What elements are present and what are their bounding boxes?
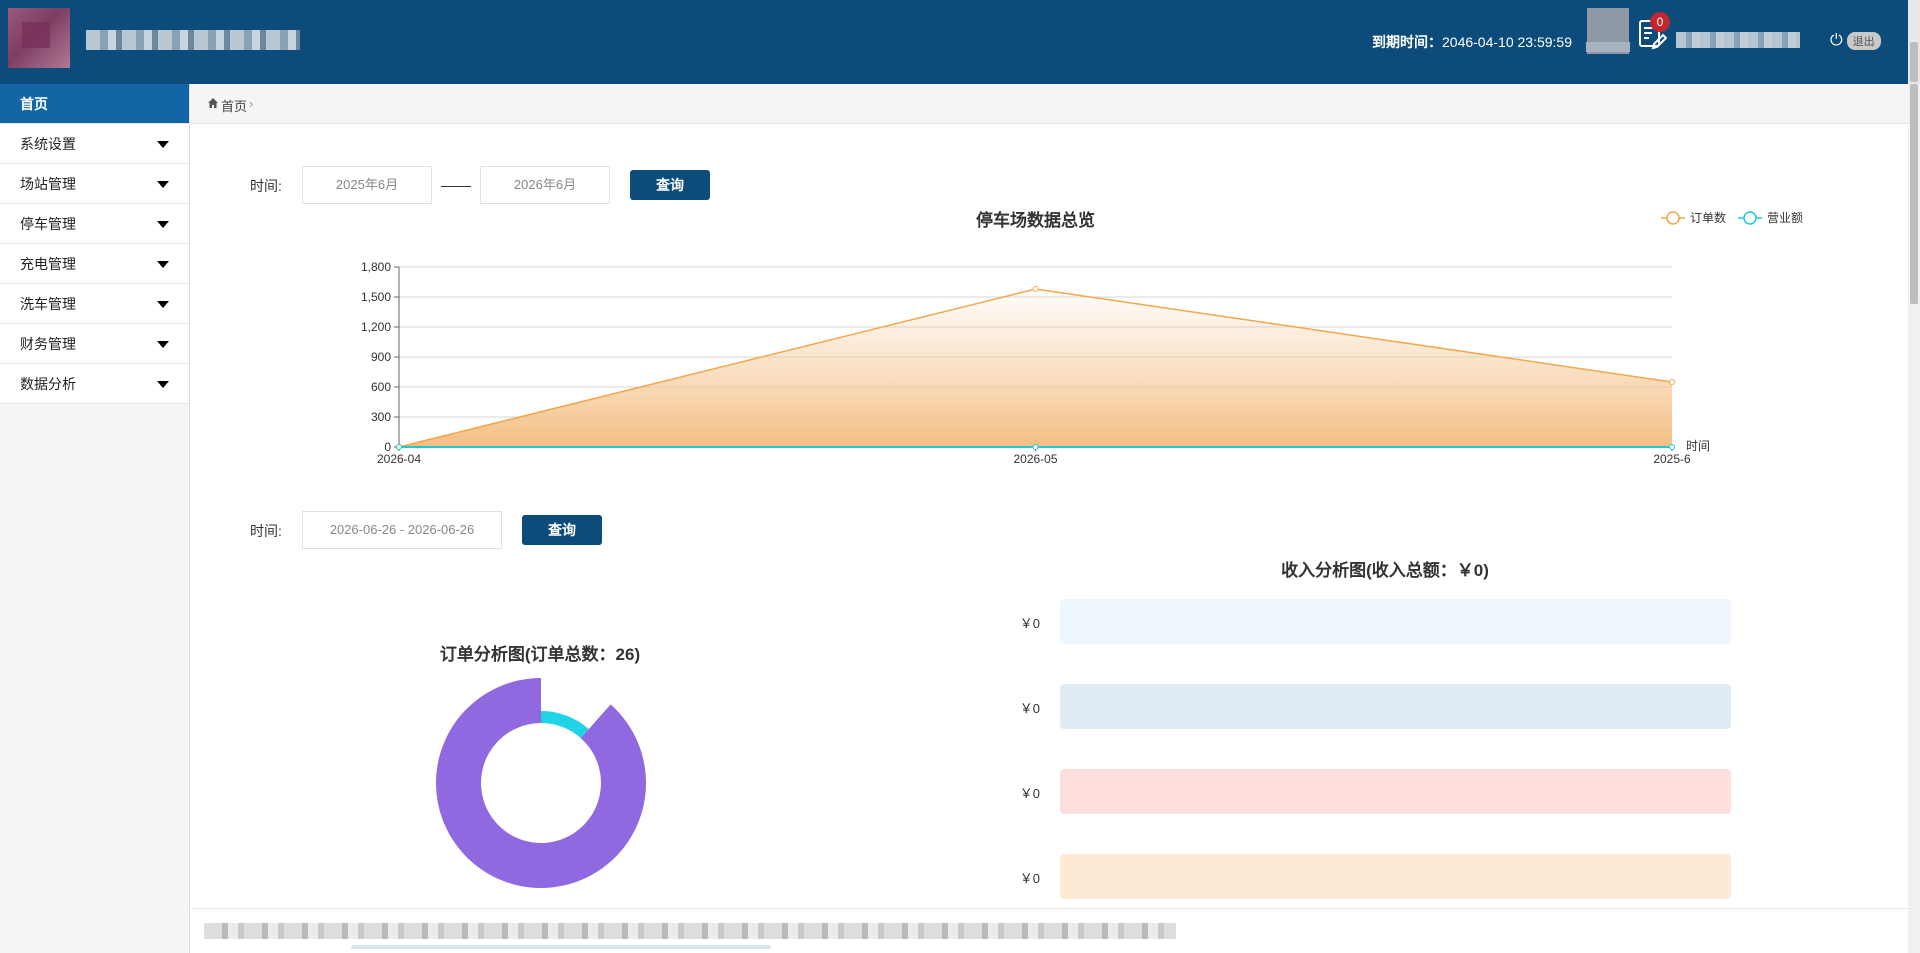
legend-marker	[1743, 211, 1757, 225]
query-button-overview[interactable]: 查询	[630, 170, 710, 200]
x-tick-label: 2026-04	[377, 452, 421, 466]
legend-item[interactable]: 营业额	[1738, 211, 1803, 225]
avatar[interactable]	[1586, 8, 1630, 54]
start-month-input[interactable]: 2025年6月	[302, 166, 432, 204]
date-range-input[interactable]: 2026-06-26 - 2026-06-26	[302, 511, 502, 549]
data-point[interactable]	[1669, 444, 1675, 450]
sidebar-item-charging-management[interactable]: 充电管理	[0, 244, 189, 284]
income-bar	[1060, 599, 1731, 644]
x-tick-label: 2026-05	[1013, 452, 1057, 466]
income-bar	[1060, 769, 1731, 814]
end-month-input[interactable]: 2026年6月	[480, 166, 610, 204]
sidebar-item-finance-management[interactable]: 财务管理	[0, 324, 189, 364]
sidebar-menu: 首页 系统设置 场站管理 停车管理 充电管理 洗车管理 财务管理 数据分析	[0, 84, 189, 404]
caret-down-icon	[157, 261, 169, 268]
sidebar-item-system-settings[interactable]: 系统设置	[0, 124, 189, 164]
breadcrumb: 首页 ›	[191, 84, 1908, 124]
footer-decoration	[351, 945, 771, 949]
series-area-orders	[399, 289, 1672, 447]
caret-down-icon	[157, 381, 169, 388]
sidebar-item-label: 系统设置	[20, 136, 76, 152]
caret-down-icon	[157, 341, 169, 348]
sidebar-item-station-management[interactable]: 场站管理	[0, 164, 189, 204]
breadcrumb-separator: ›	[249, 96, 254, 111]
brand-name-redacted	[86, 30, 300, 50]
expire-value: 2046-04-10 23:59:59	[1442, 34, 1572, 50]
sidebar-item-label: 停车管理	[20, 216, 76, 232]
home-icon	[208, 98, 218, 108]
y-tick-label: 600	[371, 380, 391, 394]
data-point[interactable]	[396, 444, 402, 450]
sidebar-item-label: 充电管理	[20, 256, 76, 272]
y-tick-label: 1,200	[361, 320, 391, 334]
data-point[interactable]	[1032, 444, 1039, 450]
caret-down-icon	[157, 181, 169, 188]
y-tick-label: 1,500	[361, 290, 391, 304]
donut-slice[interactable]	[541, 711, 589, 739]
logout-button[interactable]: ⏻ 退出	[1830, 32, 1881, 50]
header-scrollbar-thumb[interactable]	[1910, 42, 1918, 82]
sidebar-item-label: 数据分析	[20, 376, 76, 392]
legend-marker	[1666, 211, 1680, 225]
income-value-label: ￥0	[1019, 786, 1040, 801]
username-redacted	[1676, 32, 1800, 48]
x-tick-label: 2025-6	[1653, 452, 1691, 466]
caret-down-icon	[157, 141, 169, 148]
query-button-analysis[interactable]: 查询	[522, 515, 602, 545]
sidebar-item-label: 洗车管理	[20, 296, 76, 312]
donut-slice[interactable]	[436, 678, 646, 888]
logout-label: 退出	[1846, 32, 1881, 50]
income-value-label: ￥0	[1019, 871, 1040, 886]
sidebar-item-carwash-management[interactable]: 洗车管理	[0, 284, 189, 324]
order-donut-chart	[436, 678, 646, 888]
time-label-2: 时间:	[250, 523, 282, 539]
page-scrollbar[interactable]	[1908, 84, 1920, 953]
sidebar-item-label: 财务管理	[20, 336, 76, 352]
sidebar-item-parking-management[interactable]: 停车管理	[0, 204, 189, 244]
sidebar-item-home[interactable]: 首页	[0, 84, 189, 124]
income-value-label: ￥0	[1019, 616, 1040, 631]
y-tick-label: 300	[371, 410, 391, 424]
time-label: 时间:	[250, 178, 282, 194]
expire-label: 到期时间：	[1372, 34, 1442, 50]
range-dash	[441, 186, 471, 187]
sidebar-item-data-analysis[interactable]: 数据分析	[0, 364, 189, 404]
income-bar	[1060, 684, 1731, 729]
legend-item[interactable]: 订单数	[1661, 210, 1726, 225]
notification-badge: 0	[1650, 12, 1670, 32]
caret-down-icon	[157, 221, 169, 228]
income-bar	[1060, 854, 1731, 899]
sidebar-item-label: 首页	[20, 96, 48, 112]
sidebar-item-label: 场站管理	[20, 176, 76, 192]
expire-info: 到期时间：2046-04-10 23:59:59	[1372, 32, 1572, 52]
caret-down-icon	[157, 301, 169, 308]
data-point[interactable]	[1669, 379, 1675, 385]
page-scrollbar-thumb[interactable]	[1910, 84, 1918, 304]
y-tick-label: 900	[371, 350, 391, 364]
power-icon: ⏻	[1830, 32, 1843, 49]
footer-text-redacted	[204, 923, 1176, 939]
parking-overview-chart: 停车场数据总览03006009001,2001,5001,8002026-04 2…	[361, 210, 1803, 466]
income-value-label: ￥0	[1019, 701, 1040, 716]
order-chart-title: 订单分析图(订单总数：26)	[439, 645, 641, 664]
top-header: 到期时间：2046-04-10 23:59:59 0 ⏻ 退出	[0, 0, 1920, 84]
logo	[8, 8, 70, 68]
y-tick-label: 1,800	[361, 260, 391, 274]
data-point[interactable]	[1032, 286, 1039, 292]
legend-label: 订单数	[1690, 210, 1726, 225]
income-chart-title: 收入分析图(收入总额：￥0)	[1281, 561, 1489, 580]
header-scrollbar[interactable]	[1908, 0, 1920, 84]
chart-title: 停车场数据总览	[976, 210, 1095, 230]
x-axis-label: 时间	[1686, 439, 1710, 453]
sidebar: 首页 系统设置 场站管理 停车管理 充电管理 洗车管理 财务管理 数据分析	[0, 84, 190, 953]
legend-label: 营业额	[1767, 211, 1803, 225]
breadcrumb-home[interactable]: 首页	[221, 96, 247, 115]
footer	[191, 908, 1908, 953]
